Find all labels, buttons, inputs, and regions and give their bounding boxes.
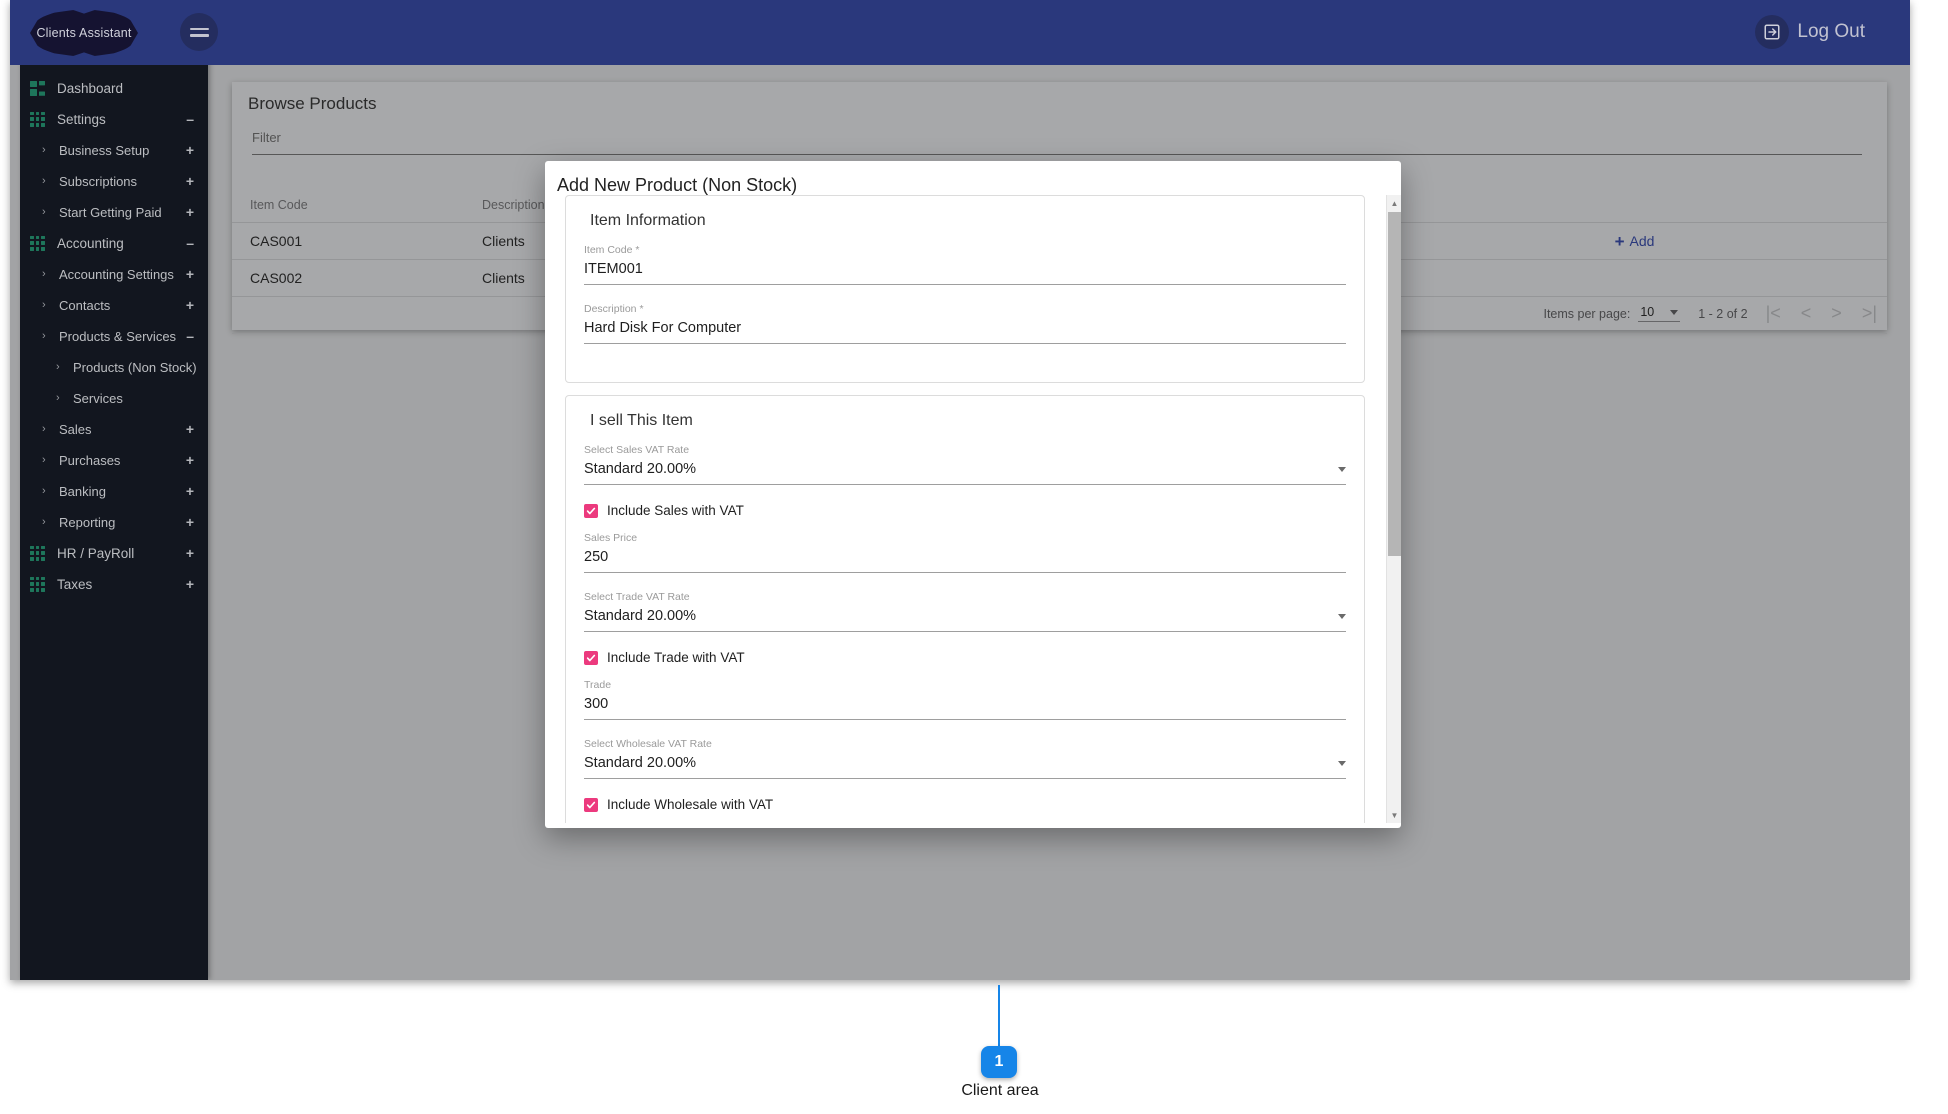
dialog-title: Add New Product (Non Stock)	[557, 175, 797, 196]
i-sell-this-item-legend: I sell This Item	[590, 412, 1346, 430]
scroll-up-icon[interactable]: ▲	[1387, 195, 1401, 211]
description-input[interactable]: Hard Disk For Computer	[584, 320, 1346, 344]
chevron-down-icon	[1338, 614, 1346, 619]
item-code-label: Item Code *	[584, 244, 1346, 256]
scrollbar-thumb[interactable]	[1388, 212, 1401, 556]
include-trade-with-vat-label: Include Trade with VAT	[607, 650, 745, 665]
wholesale-vat-rate-field[interactable]: Select Wholesale VAT Rate Standard 20.00…	[584, 738, 1346, 779]
callout-badge: 1	[981, 1046, 1017, 1078]
include-wholesale-with-vat-label: Include Wholesale with VAT	[607, 797, 773, 812]
checkbox-checked-icon	[584, 504, 598, 518]
checkbox-checked-icon	[584, 798, 598, 812]
include-wholesale-with-vat-checkbox[interactable]: Include Wholesale with VAT	[584, 797, 1346, 812]
dialog-body: Item Information Item Code * ITEM001 Des…	[555, 195, 1391, 823]
item-code-field[interactable]: Item Code * ITEM001	[584, 244, 1346, 285]
description-field[interactable]: Description * Hard Disk For Computer	[584, 303, 1346, 344]
wholesale-vat-rate-select[interactable]: Standard 20.00%	[584, 755, 1346, 779]
sales-price-field[interactable]: Sales Price 250	[584, 532, 1346, 573]
app-viewport: Clients Assistant Log Out DashboardSetti…	[10, 0, 1910, 980]
chevron-down-icon	[1338, 761, 1346, 766]
trade-price-field[interactable]: Trade 300	[584, 679, 1346, 720]
item-code-input[interactable]: ITEM001	[584, 261, 1346, 285]
trade-vat-rate-select[interactable]: Standard 20.00%	[584, 608, 1346, 632]
sales-vat-rate-select[interactable]: Standard 20.00%	[584, 461, 1346, 485]
sales-vat-rate-field[interactable]: Select Sales VAT Rate Standard 20.00%	[584, 444, 1346, 485]
description-label: Description *	[584, 303, 1346, 315]
wholesale-vat-rate-label: Select Wholesale VAT Rate	[584, 738, 1346, 750]
trade-price-label: Trade	[584, 679, 1346, 691]
trade-price-value: 300	[584, 696, 608, 712]
sales-vat-rate-value: Standard 20.00%	[584, 461, 696, 477]
scroll-down-icon[interactable]: ▼	[1387, 807, 1401, 823]
trade-price-input[interactable]: 300	[584, 696, 1346, 720]
add-product-dialog: Add New Product (Non Stock) Item Informa…	[545, 161, 1401, 828]
checkbox-checked-icon	[584, 651, 598, 665]
trade-vat-rate-value: Standard 20.00%	[584, 608, 696, 624]
item-information-panel: Item Information Item Code * ITEM001 Des…	[565, 195, 1365, 383]
include-sales-with-vat-label: Include Sales with VAT	[607, 503, 744, 518]
dialog-scroll-content: Item Information Item Code * ITEM001 Des…	[555, 195, 1375, 823]
sales-vat-rate-label: Select Sales VAT Rate	[584, 444, 1346, 456]
sales-price-value: 250	[584, 549, 608, 565]
description-value: Hard Disk For Computer	[584, 320, 741, 336]
item-information-legend: Item Information	[590, 212, 1346, 230]
trade-vat-rate-field[interactable]: Select Trade VAT Rate Standard 20.00%	[584, 591, 1346, 632]
chevron-down-icon	[1338, 467, 1346, 472]
item-code-value: ITEM001	[584, 261, 643, 277]
callout-label: Client area	[900, 1082, 1100, 1100]
include-trade-with-vat-checkbox[interactable]: Include Trade with VAT	[584, 650, 1346, 665]
wholesale-vat-rate-value: Standard 20.00%	[584, 755, 696, 771]
trade-vat-rate-label: Select Trade VAT Rate	[584, 591, 1346, 603]
callout-connector-line	[998, 985, 1000, 1050]
sales-price-label: Sales Price	[584, 532, 1346, 544]
dialog-scrollbar[interactable]: ▲ ▼	[1386, 195, 1401, 823]
include-sales-with-vat-checkbox[interactable]: Include Sales with VAT	[584, 503, 1346, 518]
sales-price-input[interactable]: 250	[584, 549, 1346, 573]
i-sell-this-item-panel: I sell This Item Select Sales VAT Rate S…	[565, 395, 1365, 823]
